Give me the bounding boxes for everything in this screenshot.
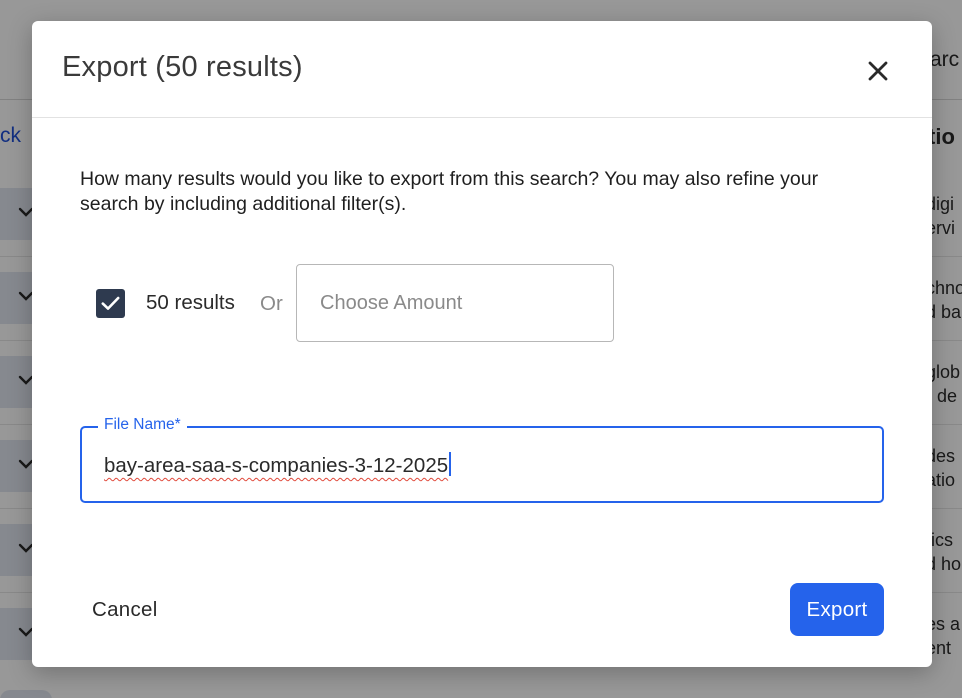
close-icon	[868, 61, 888, 81]
file-name-field[interactable]: File Name* bay-area-saa-s-companies-3-12…	[80, 416, 884, 503]
file-name-input[interactable]: bay-area-saa-s-companies-3-12-2025	[104, 452, 452, 478]
checkmark-icon	[101, 296, 120, 310]
choose-amount-input[interactable]	[296, 264, 614, 342]
file-name-label: File Name*	[98, 416, 187, 434]
text-caret	[449, 452, 452, 476]
export-dialog: Export (50 results) How many results wou…	[32, 21, 932, 667]
or-separator: Or	[260, 292, 283, 315]
cancel-button[interactable]: Cancel	[80, 590, 176, 630]
results-checkbox-label[interactable]: 50 results	[146, 291, 235, 315]
dialog-header: Export (50 results)	[32, 21, 932, 118]
file-name-value: bay-area-saa-s-companies-3-12-2025	[104, 454, 449, 477]
dialog-description: How many results would you like to expor…	[80, 168, 819, 215]
close-button[interactable]	[862, 55, 894, 87]
export-button[interactable]: Export	[790, 583, 884, 636]
dialog-title: Export (50 results)	[62, 51, 303, 83]
results-checkbox[interactable]	[96, 289, 125, 318]
